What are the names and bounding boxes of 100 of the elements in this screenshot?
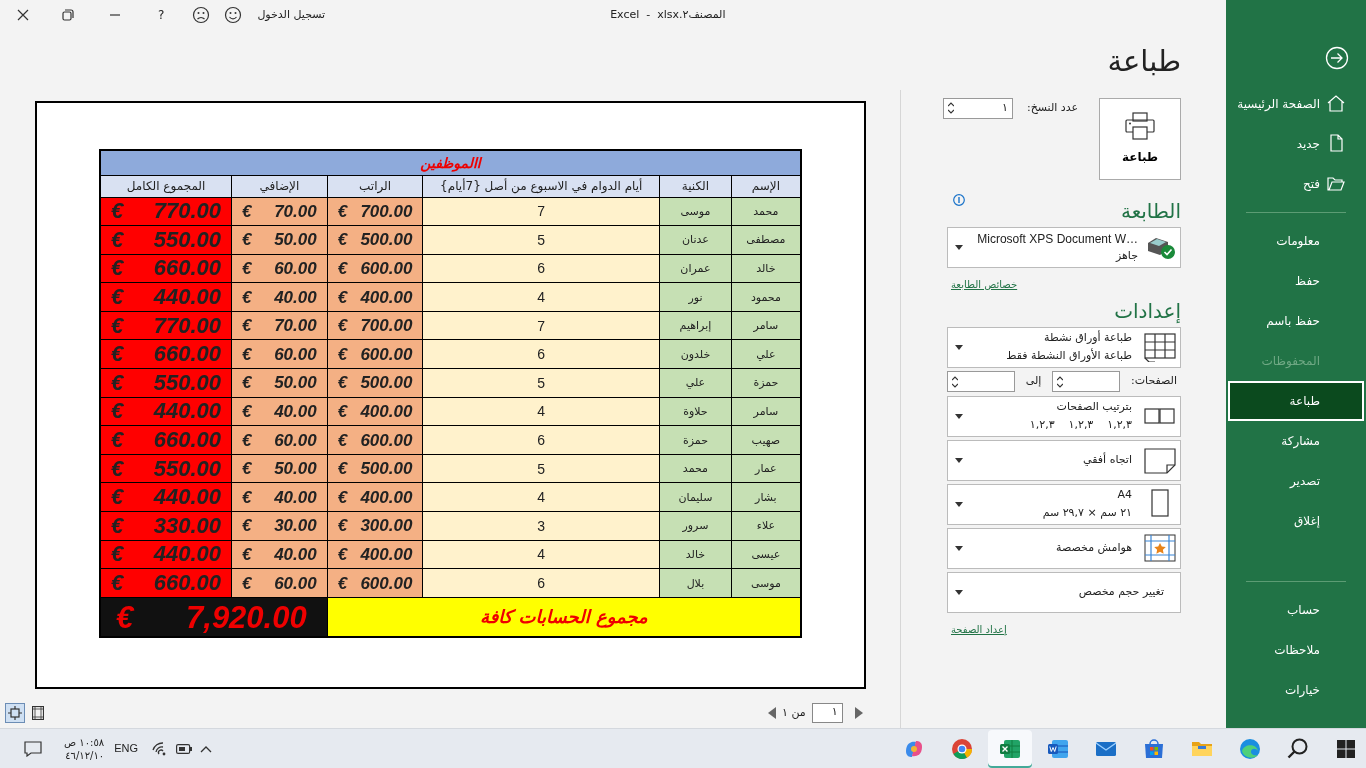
section-heading: الطابعة [1120,199,1181,222]
fit-page-button[interactable] [5,703,25,723]
table-cell: € 70.00 [231,197,328,226]
sidebar-item[interactable]: مشاركة [1226,421,1366,461]
shopping-bag-icon [1142,736,1166,761]
dropdown-title: اتجاه أفقي [1082,451,1132,469]
table-cell: محمد [731,197,801,226]
sidebar-item[interactable]: إغلاق [1226,501,1366,541]
print-button[interactable]: طباعة [1099,97,1181,180]
close-icon[interactable] [17,9,29,21]
table-cell: خلدون [659,339,732,369]
table-cell: صهيب [731,425,801,455]
table-cell: € 660.00 [100,254,232,283]
home-icon [1326,93,1346,113]
sign-in-link[interactable]: تسجيل الدخول [257,6,326,24]
table-cell: € 40.00 [231,482,328,512]
table-cell: حلاوة [659,397,732,426]
info-icon[interactable] [953,193,965,206]
table-cell: € 400.00 [327,540,423,569]
table-cell: علي [731,339,801,369]
dropdown-title: بترتيب الصفحات [1055,399,1132,416]
table-cell: € 600.00 [327,425,423,455]
sidebar-item[interactable]: حفظ [1226,261,1366,301]
table-cell: € 440.00 [100,482,232,512]
copies-label: عدد النسخ: [1027,99,1079,116]
caret-icon [955,344,963,350]
wifi-icon[interactable] [152,741,168,756]
table-cell: علاء [731,511,801,541]
table-cell: € 660.00 [100,568,232,598]
sidebar-item[interactable]: حفظ باسم [1226,301,1366,341]
caret-icon [955,457,963,463]
page-heading: طباعة [1106,43,1181,80]
frown-icon[interactable] [192,6,211,24]
sidebar-item[interactable]: جديد [1226,124,1366,164]
settings-dropdown[interactable]: طباعة أوراق نشطة طباعة الأوراق النشطة فقط [947,326,1181,368]
sidebar-item[interactable]: خيارات [1226,670,1366,710]
table-cell: 4 [422,482,660,512]
clock-time[interactable]: ١٠:٥٨ ص [64,735,105,749]
settings-dropdown[interactable]: هوامش مخصصة [947,527,1181,569]
page-number-field[interactable]: ١ [811,703,843,723]
sidebar-item[interactable]: طباعة [1228,381,1364,421]
table-cell: € 600.00 [327,254,423,283]
smile-icon[interactable] [224,6,243,24]
settings-dropdown[interactable]: اتجاه أفقي [947,439,1181,481]
dropdown-subtitle: ١,٢,٣ ١,٢,٣ ١,٢,٣ [1028,417,1132,433]
battery-icon[interactable] [176,743,192,754]
table-cell: € 330.00 [100,511,232,541]
table-cell: محمود [731,282,801,312]
table-cell: € 550.00 [100,368,232,398]
table-cell: € 60.00 [231,339,328,369]
table-cell: € 600.00 [327,339,423,369]
total-label: مجموع الحسابات كافة [327,597,801,638]
spin-arrows-icon [952,375,958,388]
page-range-field[interactable] [1052,371,1121,392]
restore-icon[interactable] [62,9,74,21]
page-range-field[interactable] [947,371,1015,392]
sheet-grid-icon [1144,332,1176,362]
table-cell: € 500.00 [327,225,423,255]
table-cell: € 700.00 [327,197,423,226]
table-cell: € 60.00 [231,254,328,283]
table-cell: € 440.00 [100,397,232,426]
settings-dropdown[interactable]: تغيير حجم مخصص [947,571,1181,613]
table-cell: موسى [731,568,801,598]
sidebar-item[interactable]: ملاحظات [1226,630,1366,670]
notification-icon[interactable] [24,740,42,757]
chevron-up-icon[interactable] [200,744,212,753]
next-page-icon[interactable] [854,707,863,719]
previous-page-icon[interactable] [768,707,776,719]
table-cell: € 660.00 [100,339,232,369]
table-cell: علي [659,368,732,398]
total-value: € 7,920.00 [100,597,328,638]
printer-properties-link[interactable]: خصائص الطابعة [951,276,1018,292]
language-indicator[interactable]: ENG [114,740,138,757]
sidebar-item[interactable]: الصفحة الرئيسية [1226,84,1366,124]
landscape-page-icon [1144,445,1176,475]
page-count: من ١ [782,704,806,721]
page-setup-link[interactable]: إعداد الصفحة [951,621,1007,637]
table-cell: موسى [659,197,732,226]
table-cell: 6 [422,254,660,283]
sidebar-item[interactable]: معلومات [1226,221,1366,261]
clock-date[interactable]: ٤٦/١٢/١٠ [64,748,105,762]
table-cell: € 40.00 [231,540,328,569]
sidebar-item[interactable]: تصدير [1226,461,1366,501]
table-cell: نور [659,282,732,312]
copies-spinner[interactable]: ١ [943,97,1013,119]
settings-dropdown[interactable]: بترتيب الصفحات ١,٢,٣ ١,٢,٣ ١,٢,٣ [947,395,1181,437]
table-cell: € 50.00 [231,368,328,398]
table-cell: € 660.00 [100,425,232,455]
column-header: أيام الدوام في الاسبوع من أصل {7أيام} [422,175,660,197]
table-cell: بلال [659,568,732,598]
table-cell: 4 [422,540,660,569]
dropdown-title: A4 [1116,487,1132,504]
table-cell: 5 [422,225,660,255]
help-button[interactable]: ? [158,6,165,24]
page-margins-icon [32,706,44,720]
table-cell: € 60.00 [231,568,328,598]
pages-label: الصفحات: [1130,373,1177,390]
sidebar-item[interactable]: حساب [1226,590,1366,630]
sidebar-item[interactable]: فتح [1226,164,1366,204]
table-cell: € 700.00 [327,311,423,340]
